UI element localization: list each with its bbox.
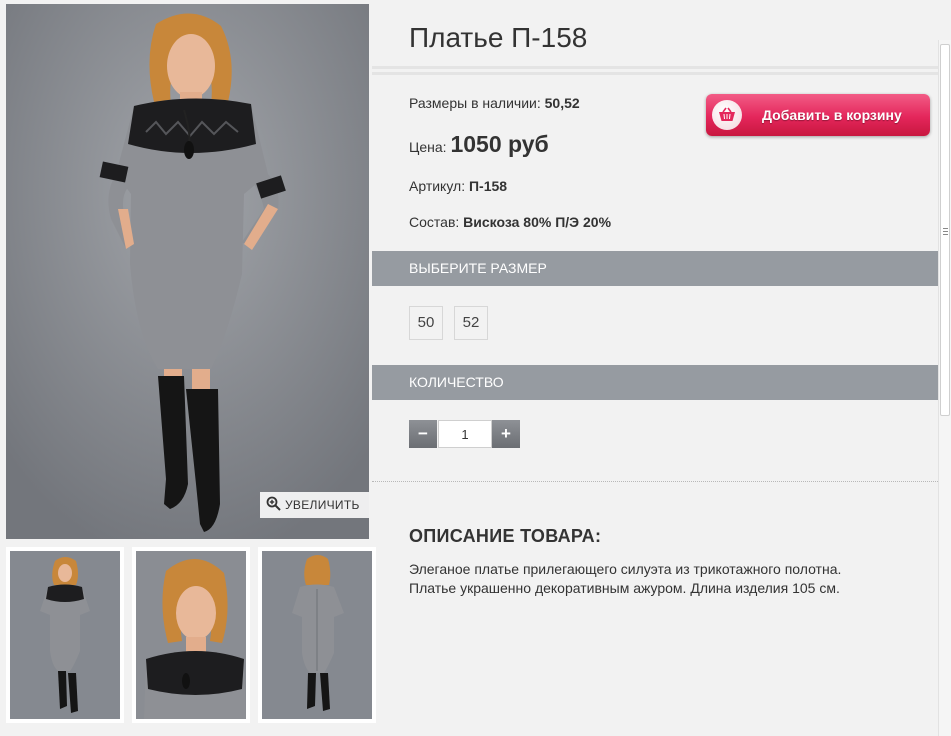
product-details: Платье П-158 Размеры в наличии: 50,52 Це… [372, 0, 938, 736]
page-scrollbar[interactable] [938, 40, 951, 736]
magnifier-plus-icon [266, 496, 281, 514]
thumbnail-closeup[interactable] [132, 547, 250, 723]
size-section-header: ВЫБЕРИТЕ РАЗМЕР [372, 251, 938, 286]
grip-line [943, 228, 948, 229]
thumbnail-front-full[interactable] [6, 547, 124, 723]
divider-dotted [372, 481, 938, 482]
quantity-decrease-button[interactable]: − [409, 420, 437, 448]
grip-line [943, 231, 948, 232]
quantity-section-header: КОЛИЧЕСТВО [372, 365, 938, 400]
sizes-label: Размеры в наличии: [409, 95, 541, 111]
sizes-available: Размеры в наличии: 50,52 [409, 95, 580, 111]
add-to-cart-label: Добавить в корзину [762, 107, 902, 123]
page-title: Платье П-158 [409, 22, 588, 53]
quantity-increase-button[interactable]: + [492, 420, 520, 448]
sizes-value: 50,52 [544, 95, 580, 111]
article-value: П-158 [468, 178, 508, 194]
quantity-input[interactable] [438, 420, 492, 448]
zoom-button[interactable]: УВЕЛИЧИТЬ [260, 492, 369, 518]
description-text: Элеганое платье прилегающего силуэта из … [409, 561, 842, 596]
grip-line [943, 234, 948, 235]
thumbnail-strip [6, 547, 376, 723]
model-in-dress-image [6, 4, 369, 539]
price-label: Цена: [409, 139, 447, 155]
composition-label: Состав: [409, 214, 460, 230]
size-option-52[interactable]: 52 [454, 306, 488, 340]
size-option-50[interactable]: 50 [409, 306, 443, 340]
title-bar: Платье П-158 [372, 4, 938, 69]
article: Артикул: П-158 [409, 178, 507, 194]
composition: Состав: Вискоза 80% П/Э 20% [409, 214, 611, 230]
thumbnail-back[interactable] [258, 547, 376, 723]
price: Цена: 1050 руб [409, 131, 549, 158]
main-product-photo[interactable]: УВЕЛИЧИТЬ [6, 4, 369, 539]
composition-value: Вискоза 80% П/Э 20% [463, 214, 612, 230]
shopping-basket-icon [712, 100, 742, 130]
zoom-label: УВЕЛИЧИТЬ [285, 498, 360, 512]
scrollbar-thumb[interactable] [940, 44, 950, 416]
description-title: ОПИСАНИЕ ТОВАРА: [409, 526, 602, 546]
divider [372, 72, 938, 75]
add-to-cart-button[interactable]: Добавить в корзину [706, 94, 930, 136]
price-value: 1050 руб [450, 131, 549, 157]
product-gallery: УВЕЛИЧИТЬ [0, 0, 376, 736]
article-label: Артикул: [409, 178, 466, 194]
